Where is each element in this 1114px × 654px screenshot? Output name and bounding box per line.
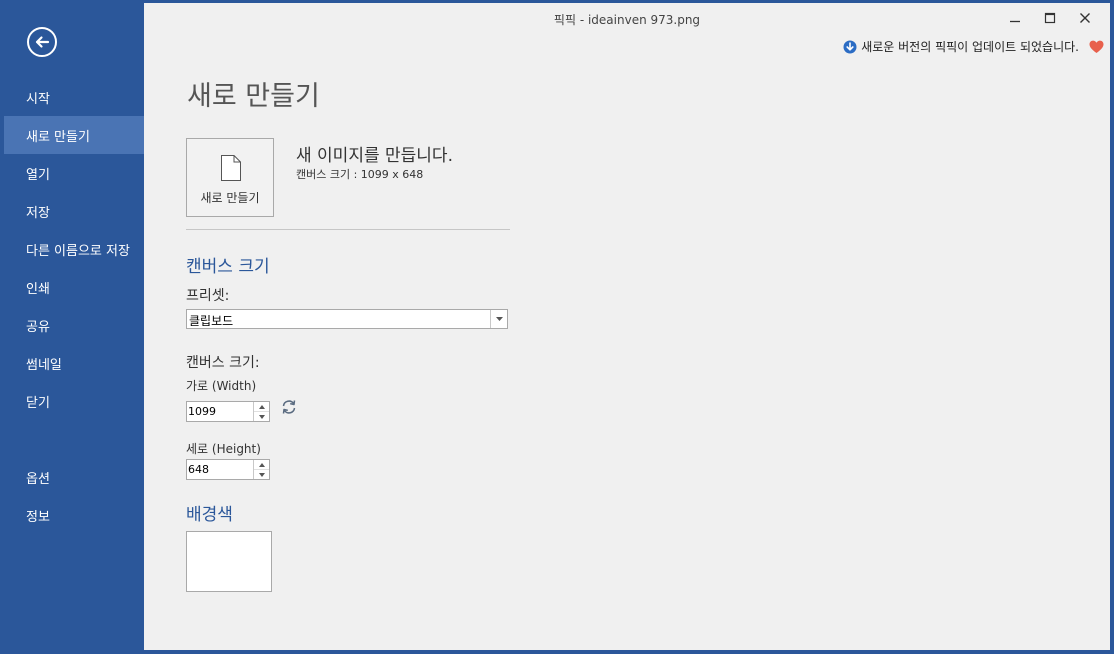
sidebar-item-info[interactable]: 정보 (4, 496, 144, 534)
page-title: 새로 만들기 (187, 81, 320, 112)
sidebar-item-new[interactable]: 새로 만들기 (4, 116, 144, 154)
sidebar-item-label: 옵션 (26, 471, 50, 487)
sidebar-item-label: 인쇄 (26, 281, 50, 297)
new-image-button[interactable]: 새로 만들기 (186, 138, 274, 217)
dropdown-arrow[interactable] (490, 310, 507, 328)
new-tile-label: 새로 만들기 (200, 191, 260, 205)
sidebar-item-start[interactable]: 시작 (4, 78, 144, 116)
sidebar-item-save-as[interactable]: 다른 이름으로 저장 (4, 230, 144, 268)
background-section-title: 배경색 (186, 505, 233, 525)
caret-down-icon (258, 414, 265, 419)
sidebar-item-label: 새로 만들기 (26, 129, 90, 145)
sidebar-item-label: 닫기 (26, 395, 50, 411)
sidebar-item-label: 공유 (26, 319, 50, 335)
width-spin-buttons (253, 402, 269, 421)
width-label: 가로 (Width) (186, 379, 257, 393)
chevron-down-icon (495, 317, 503, 321)
height-spin-buttons (253, 460, 269, 479)
sidebar-item-label: 시작 (26, 91, 50, 107)
sidebar-item-open[interactable]: 열기 (4, 154, 144, 192)
sidebar-item-print[interactable]: 인쇄 (4, 268, 144, 306)
height-decrease-button[interactable] (254, 470, 269, 479)
aspect-ratio-sync-button[interactable] (281, 399, 297, 419)
sidebar-item-share[interactable]: 공유 (4, 306, 144, 344)
caret-up-icon (258, 404, 265, 409)
sidebar-item-label: 썸네일 (26, 357, 62, 373)
height-input[interactable] (187, 460, 254, 479)
sidebar-item-save[interactable]: 저장 (4, 192, 144, 230)
sidebar-item-label: 저장 (26, 205, 50, 221)
sidebar-item-close[interactable]: 닫기 (4, 382, 144, 420)
sidebar-item-thumbnail[interactable]: 썸네일 (4, 344, 144, 382)
app-window: 시작 새로 만들기 열기 저장 다른 이름으로 저장 인쇄 공유 썸네일 닫기 … (4, 3, 1110, 650)
preset-label: 프리셋: (186, 288, 230, 304)
canvas-size-section-title: 캔버스 크기 (186, 257, 270, 277)
sidebar-item-label: 다른 이름으로 저장 (26, 243, 130, 259)
sidebar: 시작 새로 만들기 열기 저장 다른 이름으로 저장 인쇄 공유 썸네일 닫기 … (4, 3, 144, 650)
caret-down-icon (258, 472, 265, 477)
sidebar-item-options[interactable]: 옵션 (4, 458, 144, 496)
sync-icon (282, 400, 296, 414)
sidebar-item-label: 정보 (26, 509, 50, 525)
background-color-swatch[interactable] (186, 531, 272, 592)
back-button[interactable] (27, 27, 57, 57)
width-increase-button[interactable] (254, 402, 269, 412)
height-stepper[interactable] (186, 459, 270, 480)
height-increase-button[interactable] (254, 460, 269, 470)
document-icon (221, 155, 241, 181)
width-stepper[interactable] (186, 401, 270, 422)
preset-select-value: 클립보드 (189, 314, 234, 328)
main-content: 새로 만들기 새로 만들기 새 이미지를 만듭니다. 캔버스 크기 : 1099… (144, 3, 1110, 650)
arrow-left-icon (35, 36, 50, 48)
canvas-size-label: 캔버스 크기: (186, 355, 260, 371)
height-label: 세로 (Height) (186, 442, 261, 456)
caret-up-icon (258, 462, 265, 467)
preset-select[interactable]: 클립보드 (186, 309, 508, 329)
sidebar-item-label: 열기 (26, 167, 50, 183)
width-input[interactable] (187, 402, 254, 421)
divider (186, 229, 510, 230)
canvas-size-info: 캔버스 크기 : 1099 x 648 (296, 168, 424, 181)
width-decrease-button[interactable] (254, 412, 269, 421)
new-heading: 새 이미지를 만듭니다. (296, 146, 453, 166)
